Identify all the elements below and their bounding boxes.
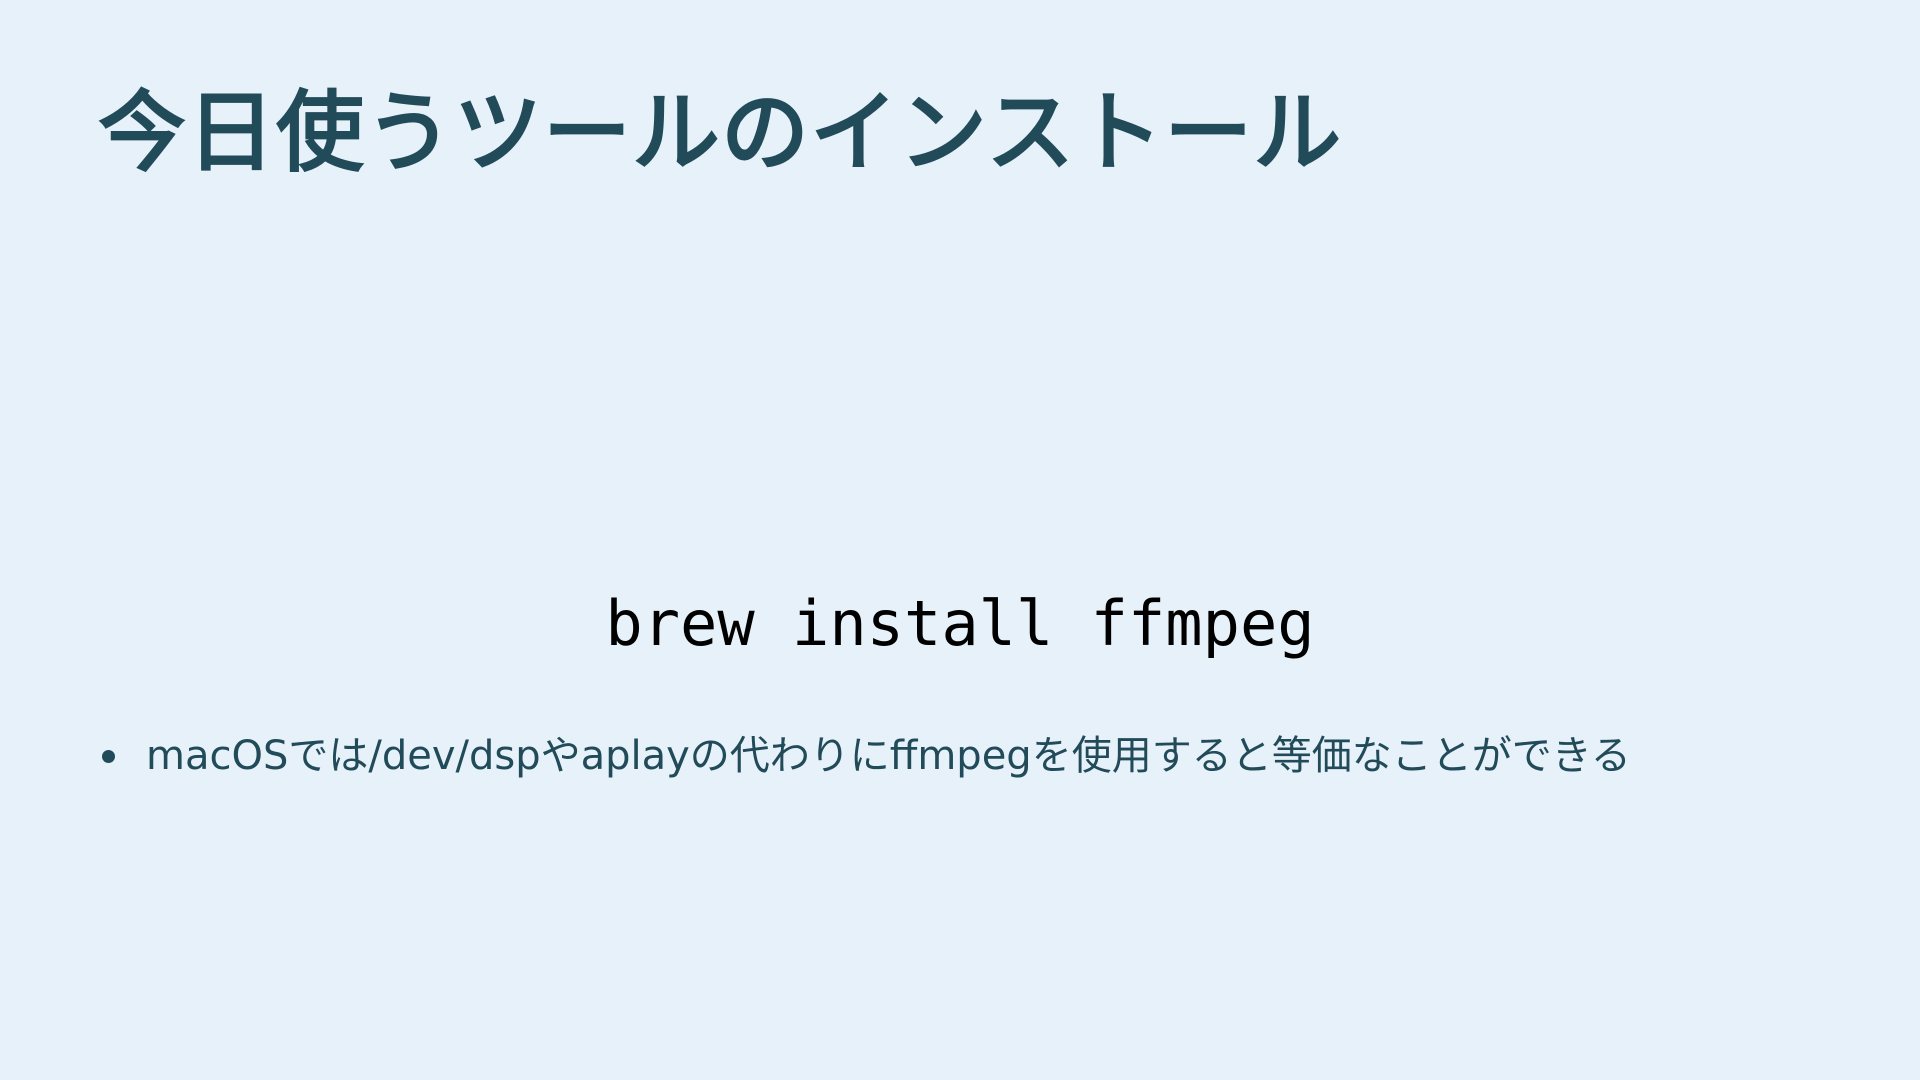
bullet-list: macOSでは/dev/dspやaplayの代わりにffmpegを使用すると等価… <box>98 728 1631 784</box>
bullet-item: macOSでは/dev/dspやaplayの代わりにffmpegを使用すると等価… <box>98 728 1631 784</box>
slide: 今日使うツールのインストール brew install ffmpeg macOS… <box>0 0 1920 1080</box>
bullet-dot-icon <box>102 750 115 763</box>
slide-title: 今日使うツールのインストール <box>98 81 1343 184</box>
install-command: brew install ffmpeg <box>605 587 1315 660</box>
bullet-text: macOSでは/dev/dspやaplayの代わりにffmpegを使用すると等価… <box>146 733 1631 779</box>
